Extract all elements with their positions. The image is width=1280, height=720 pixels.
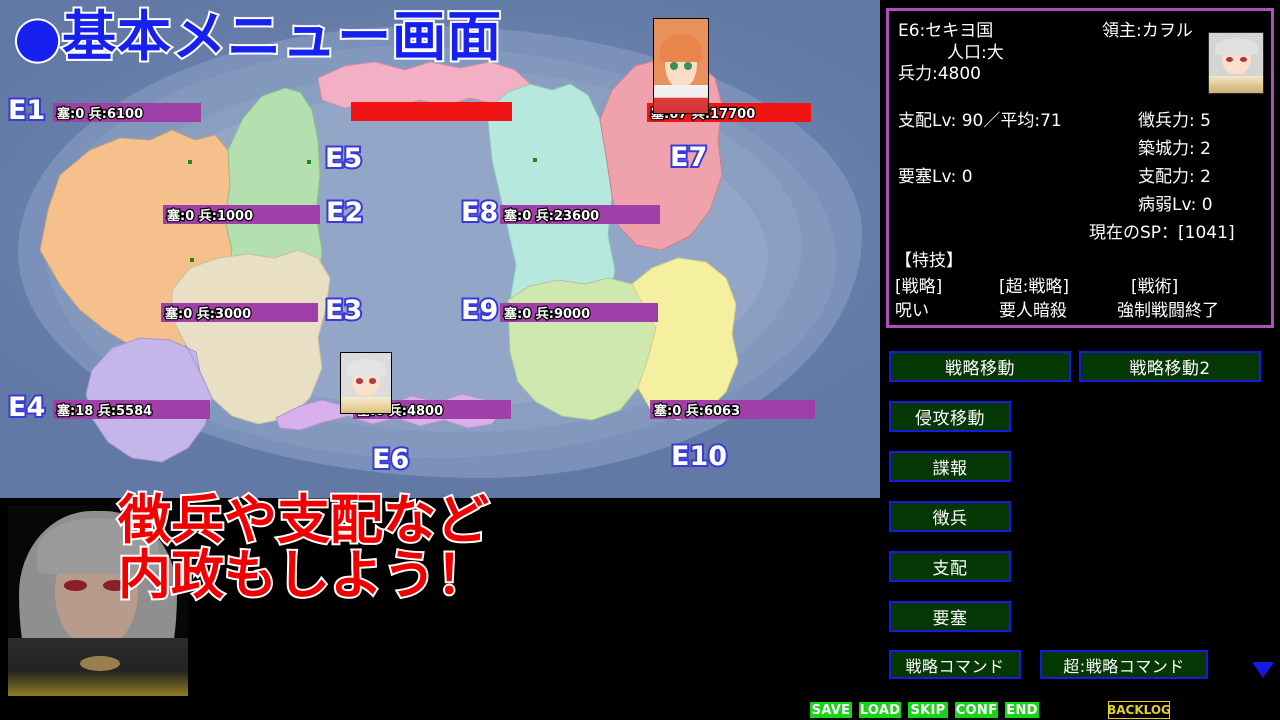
info-skills-header: 【特技】 <box>895 251 963 271</box>
stat-bar-e3[interactable]: 塞:0 兵:3000 <box>161 303 318 323</box>
region-label-e5[interactable]: E5 <box>323 141 364 176</box>
stat-bar-e10-text: 塞:0 兵:6063 <box>653 403 742 420</box>
button-rule[interactable]: 支配 <box>889 551 1011 582</box>
button-super-strategy-command-label: 超:戦略コマンド <box>1063 656 1185 676</box>
info-troops: 兵力:4800 <box>898 64 981 84</box>
button-strategy-command-label: 戦略コマンド <box>905 656 1005 676</box>
button-strategy-command[interactable]: 戦略コマンド <box>889 650 1021 679</box>
info-lord: 領主:カヲル <box>1102 21 1193 41</box>
map-landmasses <box>39 57 739 463</box>
button-strategy-move-2-label: 戦略移動2 <box>1129 359 1211 379</box>
region-label-e8[interactable]: E8 <box>459 195 500 230</box>
capital-dot-e2 <box>307 160 311 164</box>
avatar-e7 <box>653 18 709 114</box>
button-end[interactable]: END <box>1005 702 1039 718</box>
avatar-lord <box>1208 32 1264 94</box>
skill-category-tactics: [戦術] <box>1131 277 1179 297</box>
button-load[interactable]: LOAD <box>859 702 901 718</box>
info-sp: 現在のSP：[1041] <box>1089 223 1235 243</box>
button-super-strategy-command[interactable]: 超:戦略コマンド <box>1040 650 1208 679</box>
region-label-e4[interactable]: E4 <box>6 390 47 425</box>
region-label-e1[interactable]: E1 <box>6 93 47 128</box>
page-title: ●基本メニュー画面 <box>12 5 503 68</box>
annotation-overlay: 徴兵や支配など 内政もしよう！ <box>116 490 491 606</box>
button-load-label: LOAD <box>859 702 901 718</box>
annotation-line-1: 徴兵や支配など <box>116 490 491 551</box>
button-strategy-move[interactable]: 戦略移動 <box>889 351 1071 382</box>
button-conscript[interactable]: 徴兵 <box>889 501 1011 532</box>
capital-dot-e8 <box>533 158 537 162</box>
region-label-e7[interactable]: E7 <box>668 140 709 175</box>
stat-bar-e10[interactable]: 塞:0 兵:6063 <box>650 400 815 420</box>
stat-bar-e4-text: 塞:18 兵:5584 <box>56 403 154 420</box>
button-conf[interactable]: CONF <box>955 702 998 718</box>
button-invade-move[interactable]: 侵攻移動 <box>889 401 1011 432</box>
button-backlog-label: BACKLOG <box>1107 703 1171 717</box>
capital-dot-e3 <box>190 258 194 262</box>
info-conscript-power: 徴兵力: 5 <box>1138 111 1211 131</box>
stat-bar-e3-text: 塞:0 兵:3000 <box>164 306 253 323</box>
skill-super-strategy-value: 要人暗殺 <box>999 301 1067 321</box>
region-label-e9[interactable]: E9 <box>459 293 500 328</box>
info-fort-lv: 要塞Lv: 0 <box>898 167 973 187</box>
button-save[interactable]: SAVE <box>810 702 852 718</box>
stat-bar-e9-text: 塞:0 兵:9000 <box>503 306 592 323</box>
next-arrow-icon[interactable] <box>1252 662 1274 678</box>
stat-bar-e9[interactable]: 塞:0 兵:9000 <box>500 303 658 323</box>
capital-dot-e1 <box>188 160 192 164</box>
stat-bar-e8[interactable]: 塞:0 兵:23600 <box>500 205 660 225</box>
skill-category-strategy: [戦略] <box>895 277 943 297</box>
region-label-e6[interactable]: E6 <box>370 442 411 477</box>
button-backlog[interactable]: BACKLOG <box>1107 701 1171 719</box>
region-label-e2[interactable]: E2 <box>324 195 365 230</box>
button-fortress[interactable]: 要塞 <box>889 601 1011 632</box>
stat-bar-e4[interactable]: 塞:18 兵:5584 <box>53 400 210 420</box>
stat-bar-e1-text: 塞:0 兵:6100 <box>56 106 145 123</box>
button-intel-label: 諜報 <box>932 459 968 479</box>
stat-bar-e2-text: 塞:0 兵:1000 <box>166 208 255 225</box>
button-intel[interactable]: 諜報 <box>889 451 1011 482</box>
info-rule-power: 支配力: 2 <box>1138 167 1211 187</box>
skill-strategy-value: 呪い <box>895 301 929 321</box>
region-info-panel: E6:セキヨ国 領主:カヲル 人口:大 兵力:4800 支配Lv: 90／平均:… <box>886 8 1274 328</box>
button-fortress-label: 要塞 <box>932 609 968 629</box>
strategic-map[interactable]: ●基本メニュー画面 E1 塞:0 兵:6100 E5 E7 塞:67 兵:177… <box>0 0 880 498</box>
stat-bar-e5[interactable] <box>351 102 512 121</box>
stat-bar-e2[interactable]: 塞:0 兵:1000 <box>163 205 320 225</box>
button-invade-move-label: 侵攻移動 <box>915 409 985 429</box>
button-conscript-label: 徴兵 <box>932 509 968 529</box>
stat-bar-e1[interactable]: 塞:0 兵:6100 <box>53 103 201 123</box>
skill-tactics-value: 強制戦闘終了 <box>1117 301 1219 321</box>
button-skip[interactable]: SKIP <box>908 702 948 718</box>
info-rule-lv: 支配Lv: 90／平均:71 <box>898 111 1062 131</box>
button-save-label: SAVE <box>811 702 851 718</box>
info-sickly-lv: 病弱Lv: 0 <box>1138 195 1213 215</box>
annotation-line-2: 内政もしよう！ <box>116 545 491 606</box>
button-strategy-move-label: 戦略移動 <box>945 359 1015 379</box>
system-bar: SAVE LOAD SKIP CONF END BACKLOG <box>810 700 1280 720</box>
button-conf-label: CONF <box>955 702 998 718</box>
stat-bar-e8-text: 塞:0 兵:23600 <box>503 208 601 225</box>
skill-category-super-strategy: [超:戦略] <box>999 277 1069 297</box>
info-build-power: 築城力: 2 <box>1138 139 1211 159</box>
button-rule-label: 支配 <box>932 559 968 579</box>
region-label-e3[interactable]: E3 <box>323 293 364 328</box>
button-skip-label: SKIP <box>910 702 946 718</box>
region-label-e10[interactable]: E10 <box>669 439 729 474</box>
avatar-e6 <box>340 352 392 414</box>
button-strategy-move-2[interactable]: 戦略移動2 <box>1079 351 1261 382</box>
button-end-label: END <box>1006 702 1038 718</box>
